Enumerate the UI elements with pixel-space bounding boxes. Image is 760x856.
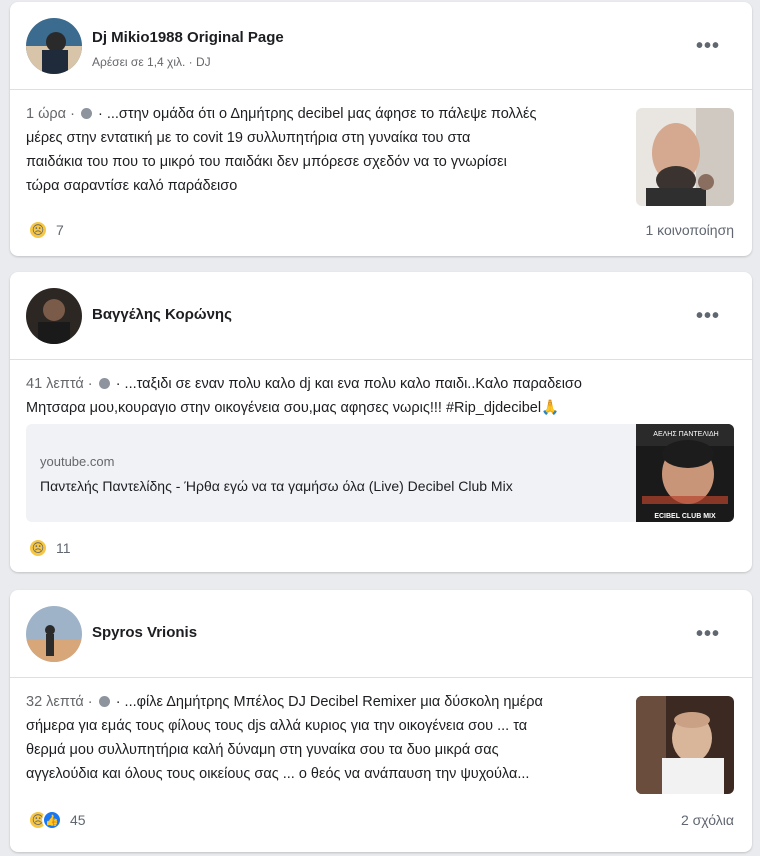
timestamp[interactable]: 1 ώρα ·	[26, 106, 75, 122]
globe-icon	[80, 108, 92, 119]
text-line: · ...φίλε Δημήτρης Μπέλος DJ Decibel Rem…	[115, 694, 543, 710]
text-line: παιδάκια του που το μικρό του παιδάκι δε…	[26, 154, 507, 170]
link-preview[interactable]: youtube.com Παντελής Παντελίδης - Ήρθα ε…	[26, 424, 734, 522]
more-options-button[interactable]: •••	[690, 616, 726, 652]
globe-icon	[98, 378, 110, 389]
text-line: τώρα σαραντίσε καλό παράδεισο	[26, 178, 238, 194]
timestamp[interactable]: 32 λεπτά ·	[26, 694, 93, 710]
link-domain: youtube.com	[40, 454, 115, 469]
thumb-bottom-text: ECIBEL CLUB MIX	[654, 513, 716, 520]
profile-photo-icon[interactable]	[26, 18, 82, 74]
sad-reaction-icon: ☹	[28, 538, 48, 558]
reaction-count: 7	[56, 222, 64, 238]
post-card: Spyros Vrionis ••• 32 λεπτά · · ...φίλε …	[10, 590, 752, 852]
video-thumbnail: ΑΕΛΗΣ ΠΑΝΤΕΛΙΔΗ ECIBEL CLUB MIX	[636, 424, 734, 522]
globe-icon	[98, 696, 110, 707]
reactions[interactable]: ☹ 11	[28, 538, 71, 558]
text-line: Μητσαρα μου,κουραγιο στην οικογένεια σου…	[26, 400, 560, 416]
more-options-button[interactable]: •••	[690, 28, 726, 64]
page-meta: Αρέσει σε 1,4 χιλ. · DJ	[92, 55, 211, 69]
post-header: Βαγγέλης Κορώνης •••	[10, 272, 752, 360]
text-line: μέρες στην εντατική με το covit 19 συλλυ…	[26, 130, 471, 146]
post-header: Spyros Vrionis •••	[10, 590, 752, 678]
author-name[interactable]: Spyros Vrionis	[92, 624, 197, 641]
timestamp[interactable]: 41 λεπτά ·	[26, 376, 93, 392]
more-options-button[interactable]: •••	[690, 298, 726, 334]
thumb-top-text: ΑΕΛΗΣ ΠΑΝΤΕΛΙΔΗ	[653, 431, 718, 438]
sad-reaction-icon: ☹	[28, 220, 48, 240]
shares-link[interactable]: 1 κοινοποίηση	[645, 222, 734, 238]
post-card: Dj Mikio1988 Original Page Αρέσει σε 1,4…	[10, 2, 752, 256]
post-text: 32 λεπτά · · ...φίλε Δημήτρης Μπέλος DJ …	[26, 690, 616, 786]
post-text: 41 λεπτά · · ...ταξιδι σε εναν πολυ καλο…	[26, 372, 736, 420]
profile-photo-icon[interactable]	[26, 606, 82, 662]
reaction-count: 45	[70, 812, 86, 828]
post-text: 1 ώρα · · ...στην ομάδα ότι ο Δημήτρης d…	[26, 102, 616, 198]
reactions[interactable]: ☹ 7	[28, 220, 64, 240]
text-line: αγγελούδια και όλους τους οικείους σας .…	[26, 766, 530, 782]
reaction-count: 11	[56, 540, 71, 556]
text-line: · ...ταξιδι σε εναν πολυ καλο dj και ενα…	[115, 376, 582, 392]
man-portrait-icon[interactable]	[636, 108, 734, 206]
text-line: · ...στην ομάδα ότι ο Δημήτρης decibel μ…	[97, 106, 537, 122]
post-header: Dj Mikio1988 Original Page Αρέσει σε 1,4…	[10, 2, 752, 90]
link-title: Παντελής Παντελίδης - Ήρθα εγώ να τα γαμ…	[40, 478, 513, 494]
text-line: θερμά μου συλλυπητήρια καλή δύναμη στη γ…	[26, 742, 499, 758]
text-line: σήμερα για εμάς τους φίλους τους djs αλλ…	[26, 718, 528, 734]
profile-photo-icon[interactable]	[26, 288, 82, 344]
author-name[interactable]: Βαγγέλης Κορώνης	[92, 306, 232, 323]
comments-link[interactable]: 2 σχόλια	[681, 812, 734, 828]
man-portrait-icon[interactable]	[636, 696, 734, 794]
post-card: Βαγγέλης Κορώνης ••• 41 λεπτά · · ...ταξ…	[10, 272, 752, 572]
reactions[interactable]: ☹ 👍 45	[28, 810, 86, 830]
like-reaction-icon: 👍	[42, 810, 62, 830]
author-name[interactable]: Dj Mikio1988 Original Page	[92, 29, 284, 46]
